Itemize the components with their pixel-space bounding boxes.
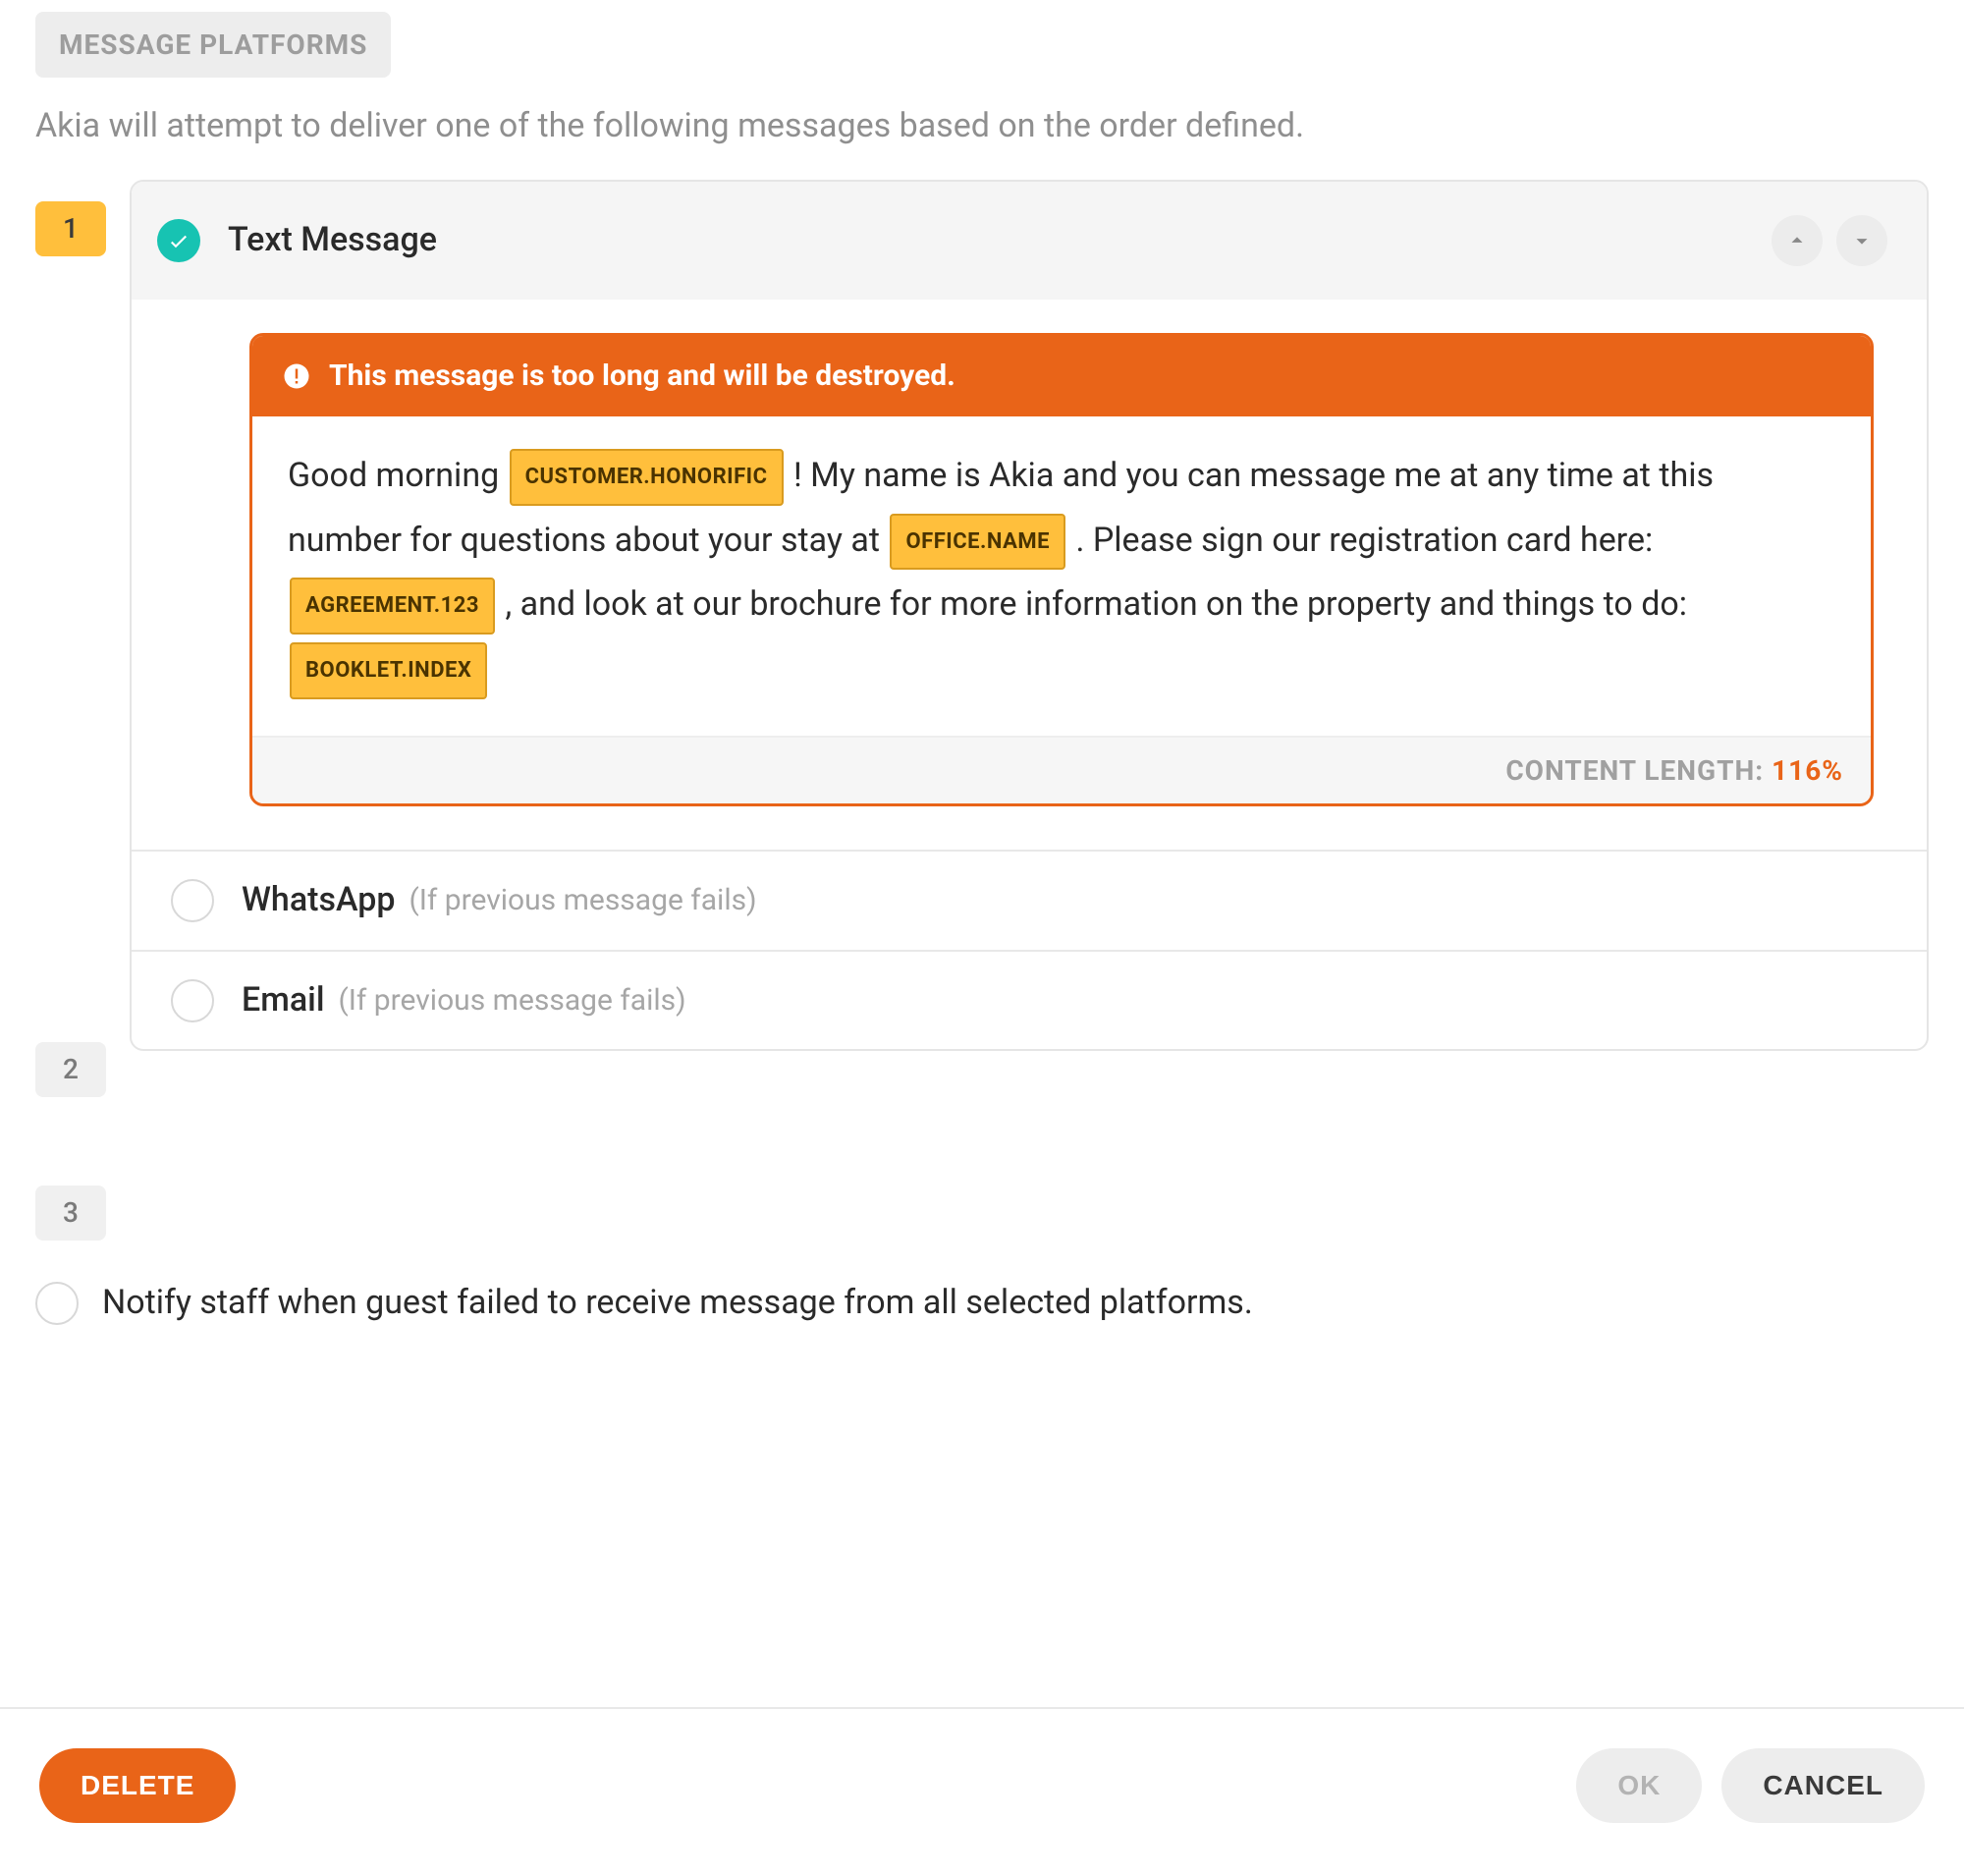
token-customer-honorific[interactable]: CUSTOMER.HONORIFIC <box>510 449 784 506</box>
order-badge-1: 1 <box>35 201 106 256</box>
notify-staff-label: Notify staff when guest failed to receiv… <box>102 1280 1253 1327</box>
token-office-name[interactable]: OFFICE.NAME <box>890 514 1065 571</box>
reorder-up-button[interactable] <box>1772 215 1823 266</box>
platform-select-email[interactable] <box>171 979 214 1022</box>
notify-staff-checkbox[interactable] <box>35 1282 79 1325</box>
platform-title-whatsapp: WhatsApp <box>242 877 395 924</box>
content-length-footer: CONTENT LENGTH: 116% <box>252 736 1871 803</box>
section-description: Akia will attempt to deliver one of the … <box>35 103 1929 150</box>
content-length-value: 116% <box>1772 754 1843 787</box>
ok-button[interactable]: OK <box>1576 1748 1702 1823</box>
chevron-down-icon <box>1851 230 1873 251</box>
page-root: MESSAGE PLATFORMS Akia will attempt to d… <box>0 0 1964 1876</box>
editor-box: This message is too long and will be des… <box>249 333 1874 806</box>
alert-icon <box>282 361 311 391</box>
platforms-panel: Text Message This message is too long an… <box>130 180 1929 1052</box>
body-text: Good morning <box>288 456 508 495</box>
notify-staff-row: Notify staff when guest failed to receiv… <box>35 1280 1929 1327</box>
token-booklet-index[interactable]: BOOKLET.INDEX <box>290 642 487 699</box>
platform-hint-email: (If previous message fails) <box>339 980 686 1021</box>
platform-row-whatsapp[interactable]: WhatsApp (If previous message fails) <box>132 850 1927 950</box>
footer-bar: DELETE OK CANCEL <box>0 1707 1964 1876</box>
reorder-down-button[interactable] <box>1836 215 1887 266</box>
platform-select-text-message[interactable] <box>157 219 200 262</box>
delete-button[interactable]: DELETE <box>39 1748 236 1823</box>
editor-alert-text: This message is too long and will be des… <box>329 356 955 397</box>
platform-row-email[interactable]: Email (If previous message fails) <box>132 950 1927 1050</box>
order-badge-3: 3 <box>35 1186 106 1241</box>
platform-title-email: Email <box>242 977 325 1024</box>
token-agreement-123[interactable]: AGREEMENT.123 <box>290 578 495 635</box>
platform-hint-whatsapp: (If previous message fails) <box>409 880 756 921</box>
platform-select-whatsapp[interactable] <box>171 879 214 922</box>
section-chip: MESSAGE PLATFORMS <box>35 12 391 78</box>
platform-flow: 1 2 3 Text Message <box>35 180 1929 1241</box>
platform-title-text-message: Text Message <box>228 217 437 264</box>
content-length-label: CONTENT LENGTH: <box>1505 754 1772 787</box>
order-badge-2: 2 <box>35 1042 106 1097</box>
body-text: , and look at our brochure for more info… <box>505 584 1687 624</box>
cancel-button[interactable]: CANCEL <box>1721 1748 1925 1823</box>
chevron-up-icon <box>1786 230 1808 251</box>
body-text: . Please sign our registration card here… <box>1075 521 1653 560</box>
message-body-editor[interactable]: Good morning CUSTOMER.HONORIFIC ! My nam… <box>252 416 1871 736</box>
editor-alert-banner: This message is too long and will be des… <box>252 336 1871 416</box>
check-icon <box>167 229 191 252</box>
editor-wrap: This message is too long and will be des… <box>132 300 1927 850</box>
platform-row-text-message[interactable]: Text Message <box>132 182 1927 300</box>
order-column: 1 2 3 <box>35 180 130 1241</box>
